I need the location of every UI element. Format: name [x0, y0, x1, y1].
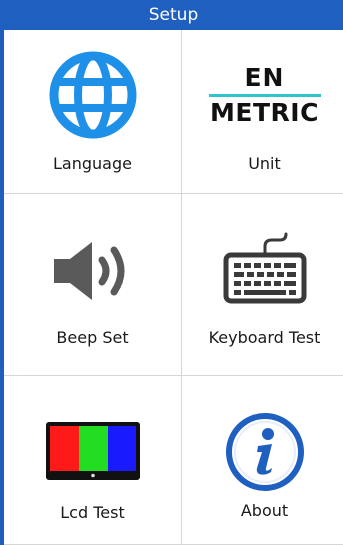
- menu-item-label: Keyboard Test: [208, 328, 321, 347]
- menu-item-label: Unit: [248, 154, 281, 173]
- menu-item-keyboard-test[interactable]: Keyboard Test: [182, 194, 343, 376]
- menu-item-lcd-test[interactable]: Lcd Test: [4, 376, 182, 545]
- unit-icon: EN METRIC: [205, 64, 325, 127]
- menu-item-label: About: [240, 501, 289, 520]
- menu-item-label: Lcd Test: [60, 503, 125, 522]
- lcd-color-bars-icon: [45, 422, 140, 480]
- menu-item-about[interactable]: About: [182, 376, 343, 545]
- menu-item-label: Beep Set: [56, 328, 129, 347]
- unit-icon-metric-text: METRIC: [210, 98, 319, 127]
- setup-screen: Setup Language EN METRIC Unit Beep Set K…: [0, 0, 343, 545]
- menu-item-unit[interactable]: EN METRIC Unit: [182, 30, 343, 194]
- setup-menu-grid: Language EN METRIC Unit Beep Set Keyboar…: [0, 30, 343, 545]
- speaker-icon: [53, 242, 124, 300]
- menu-item-beep-set[interactable]: Beep Set: [4, 194, 182, 376]
- globe-icon: [49, 51, 136, 139]
- info-icon: [225, 413, 304, 491]
- unit-icon-divider: [208, 94, 321, 97]
- keyboard-icon: [223, 232, 306, 304]
- menu-item-language[interactable]: Language: [4, 30, 182, 194]
- unit-icon-en-text: EN: [244, 63, 285, 92]
- page-title: Setup: [0, 0, 343, 30]
- menu-item-label: Language: [53, 154, 132, 173]
